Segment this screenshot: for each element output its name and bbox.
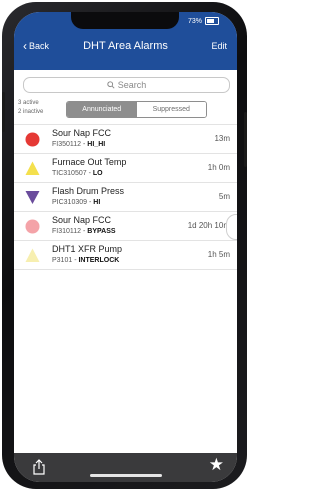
alarm-tag: PIC310309 <box>52 199 88 206</box>
battery-percent: 73% <box>187 17 202 25</box>
alarm-name: Flash Drum Press <box>52 186 125 196</box>
phone-frame: 73% ‹ Back DHT Area Alarms Edit Search 3… <box>2 2 247 489</box>
nav-header: 73% ‹ Back DHT Area Alarms Edit <box>14 12 237 70</box>
circle-icon <box>25 132 40 147</box>
alarm-name: Sour Nap FCC <box>52 128 112 138</box>
alarm-tag-line: P3101 - INTERLOCK <box>52 257 120 264</box>
alarm-type: BYPASS <box>87 228 116 235</box>
alarm-name: Sour Nap FCC <box>52 215 112 225</box>
battery-icon <box>205 17 219 25</box>
alarm-tag: FI350112 <box>52 141 82 148</box>
app-screen: 73% ‹ Back DHT Area Alarms Edit Search 3… <box>14 12 237 482</box>
alarm-row[interactable]: Flash Drum Press PIC310309 - HI 5m <box>14 183 237 212</box>
page-title: DHT Area Alarms <box>83 40 168 52</box>
alarm-time: 1h 0m <box>207 163 230 172</box>
alarm-row[interactable]: Sour Nap FCC FI350112 - HI_HI 13m <box>14 124 237 154</box>
scroll-handle[interactable] <box>226 214 237 240</box>
alarm-name: DHT1 XFR Pump <box>52 244 123 254</box>
alarm-tag: P3101 <box>52 257 73 264</box>
alarm-tag-line: FI350112 - HI_HI <box>52 141 106 148</box>
active-count: 3 active <box>18 100 39 106</box>
bottom-toolbar: ★ <box>14 453 237 482</box>
alarm-type: HI <box>93 199 101 206</box>
tab-annunciated[interactable]: Annunciated <box>67 102 137 117</box>
alarm-row[interactable]: Furnace Out Temp TIC310507 - LO 1h 0m <box>14 154 237 183</box>
alarm-time: 13m <box>214 134 230 143</box>
edit-button[interactable]: Edit <box>211 41 227 51</box>
power-button <box>244 112 247 167</box>
tab-suppressed[interactable]: Suppressed <box>136 102 206 117</box>
home-indicator <box>90 474 162 477</box>
search-placeholder: Search <box>117 80 147 90</box>
alarm-time: 1d 20h 10m <box>187 221 230 230</box>
alarm-type: HI_HI <box>87 141 106 148</box>
share-icon[interactable] <box>32 459 46 475</box>
star-icon[interactable]: ★ <box>209 456 224 473</box>
alarm-row[interactable]: DHT1 XFR Pump P3101 - INTERLOCK 1h 5m <box>14 241 237 270</box>
alarm-tag: FI310112 <box>52 228 82 235</box>
volume-button <box>2 92 5 132</box>
triangle-down-icon <box>25 191 40 204</box>
alarm-tag: TIC310507 <box>52 170 87 177</box>
alarm-time: 5m <box>218 192 230 201</box>
alarm-type: INTERLOCK <box>78 257 120 264</box>
alarm-row[interactable]: Sour Nap FCC FI310112 - BYPASS 1d 20h 10… <box>14 212 237 241</box>
alarm-tag-line: TIC310507 - LO <box>52 170 103 177</box>
alarm-type: LO <box>92 170 103 177</box>
triangle-icon <box>25 161 40 175</box>
search-icon <box>107 81 115 89</box>
circle-icon <box>25 219 40 234</box>
alarm-time: 1h 5m <box>207 250 230 259</box>
alarm-tag-line: PIC310309 - HI <box>52 199 101 206</box>
alarm-list: Sour Nap FCC FI350112 - HI_HI 13m Furnac… <box>14 124 237 270</box>
alarm-tag-line: FI310112 - BYPASS <box>52 228 116 235</box>
filter-segmented-control: Annunciated Suppressed <box>66 101 207 118</box>
inactive-count: 2 inactive <box>18 109 44 115</box>
search-input[interactable]: Search <box>23 77 230 93</box>
notch <box>71 12 179 29</box>
triangle-icon <box>25 248 40 262</box>
alarm-counts: 3 active 2 inactive <box>18 99 43 117</box>
status-indicators: 73% <box>188 17 219 25</box>
alarm-name: Furnace Out Temp <box>52 157 127 167</box>
